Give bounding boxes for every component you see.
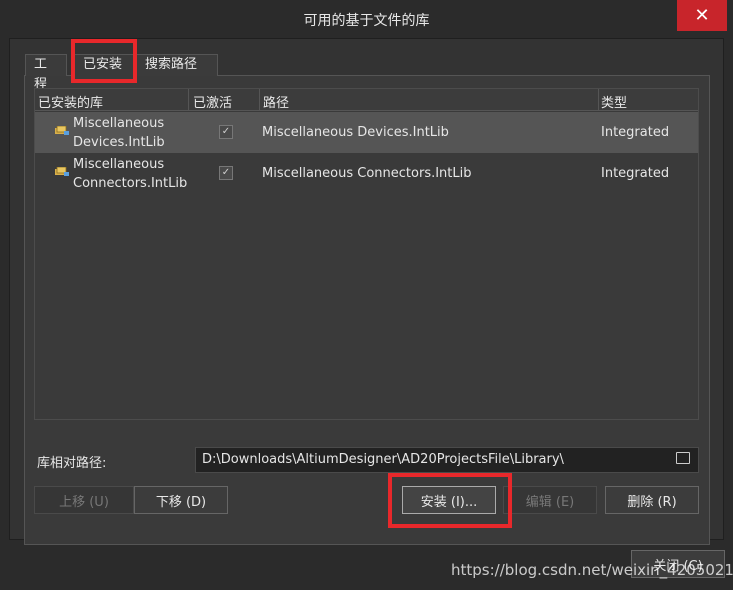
- title-bar: 可用的基于文件的库 ✕: [0, 0, 733, 38]
- table-row[interactable]: Miscellaneous Connectors.IntLib ✓ Miscel…: [35, 153, 698, 194]
- move-down-button[interactable]: 下移 (D): [134, 486, 228, 514]
- library-type: Integrated: [601, 166, 670, 181]
- activated-checkbox[interactable]: ✓: [219, 125, 233, 139]
- tab-search-path[interactable]: 搜索路径: [136, 54, 218, 76]
- move-up-button[interactable]: 上移 (U): [34, 486, 134, 514]
- integrated-library-icon: [55, 126, 69, 135]
- relative-path-label: 库相对路径:: [37, 456, 107, 471]
- library-name: Miscellaneous Connectors.IntLib: [73, 157, 188, 191]
- tab-project[interactable]: 工程: [25, 54, 67, 92]
- highlight-box-install-button: [388, 473, 512, 528]
- header-activated[interactable]: 已激活: [193, 92, 232, 111]
- edit-button[interactable]: 编辑 (E): [503, 486, 597, 514]
- watermark: https://blog.csdn.net/weixin_42050213: [451, 561, 733, 579]
- activated-checkbox[interactable]: ✓: [219, 166, 233, 180]
- header-path[interactable]: 路径: [263, 92, 289, 111]
- library-type: Integrated: [601, 125, 670, 140]
- header-divider[interactable]: [598, 89, 599, 111]
- library-path: Miscellaneous Devices.IntLib: [262, 125, 449, 140]
- header-installed-library[interactable]: 已安装的库: [38, 92, 103, 111]
- library-path: Miscellaneous Connectors.IntLib: [262, 166, 472, 181]
- header-type[interactable]: 类型: [601, 92, 627, 111]
- table-row[interactable]: Miscellaneous Devices.IntLib ✓ Miscellan…: [35, 112, 698, 153]
- integrated-library-icon: [55, 167, 69, 176]
- grid-header: 已安装的库 已激活 路径 类型: [35, 89, 698, 111]
- delete-button[interactable]: 删除 (R): [605, 486, 699, 514]
- header-divider[interactable]: [188, 89, 189, 111]
- browse-folder-icon[interactable]: [676, 452, 690, 464]
- library-name: Miscellaneous Devices.IntLib: [73, 116, 165, 150]
- relative-path-field[interactable]: D:\Downloads\AltiumDesigner\AD20Projects…: [195, 447, 699, 473]
- window-title: 可用的基于文件的库: [303, 13, 430, 29]
- installed-libraries-grid: 已安装的库 已激活 路径 类型 Miscellaneous Devices.In…: [34, 88, 699, 420]
- window-close-button[interactable]: ✕: [677, 0, 727, 31]
- header-divider[interactable]: [259, 89, 260, 111]
- highlight-box-installed-tab: [71, 39, 137, 83]
